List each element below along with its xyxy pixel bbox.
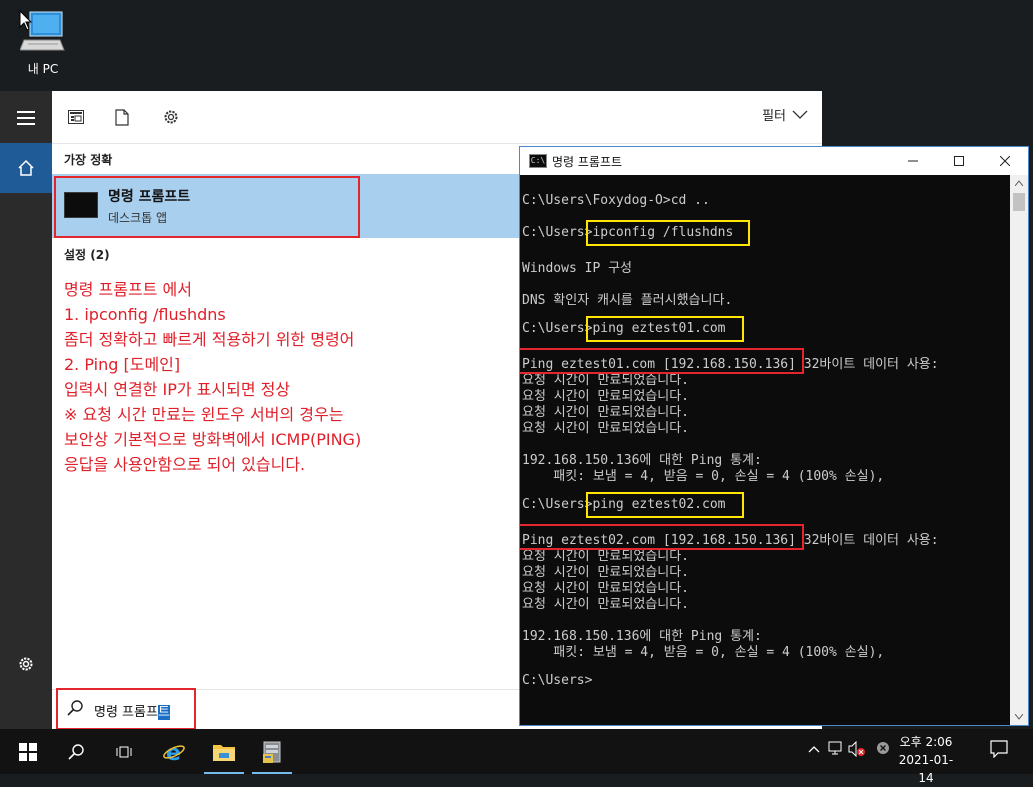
clock-time: 오후 2:06 — [899, 735, 953, 749]
taskbar: e 오후 2:06 2021-01-14 — [0, 729, 1033, 785]
start-menu-rail — [0, 91, 52, 729]
start-button[interactable] — [4, 729, 52, 774]
volume-tray-button[interactable] — [848, 740, 866, 761]
mouse-pointer-icon — [19, 10, 33, 31]
cmd-scrollbar[interactable] — [1010, 175, 1028, 725]
desktop-icon-label: 내 PC — [27, 62, 59, 76]
home-icon — [18, 159, 34, 176]
red-highlight-box — [520, 348, 804, 374]
chevron-up-icon — [808, 746, 820, 753]
close-circle-icon — [877, 742, 889, 754]
maximize-icon — [954, 156, 964, 166]
minimize-icon — [908, 160, 918, 162]
annotation-line: 명령 프롬프트 에서 — [64, 280, 192, 299]
search-toolbar: 필터 — [52, 91, 822, 144]
annotation-line: 2. Ping [도메인] — [64, 355, 181, 374]
scrollbar-thumb[interactable] — [1013, 193, 1025, 211]
notification-icon — [990, 740, 1008, 759]
annotation-line: 좀더 정확하고 빠르게 적용하기 위한 명령어 — [64, 330, 355, 349]
home-button[interactable] — [0, 143, 52, 193]
svg-text:e: e — [166, 741, 181, 764]
annotation-line: 응답을 사용안함으로 되어 있습니다. — [64, 455, 306, 474]
chevron-down-icon — [792, 110, 808, 119]
settings-icon — [19, 657, 33, 671]
red-highlight-box — [520, 524, 804, 550]
console-line: Windows IP 구성 — [522, 261, 633, 276]
yellow-highlight-box — [586, 316, 744, 342]
yellow-highlight-box — [586, 492, 744, 518]
tray-status-icon[interactable] — [876, 741, 890, 759]
console-line: C:\Users> — [522, 673, 593, 688]
annotation-line: ※ 요청 시간 만료는 윈도우 서버의 경우는 — [64, 405, 344, 424]
task-view-button[interactable] — [100, 729, 148, 774]
search-icon — [68, 743, 84, 760]
close-icon — [1000, 156, 1010, 166]
filter-dropdown[interactable]: 필터 — [762, 105, 808, 124]
close-button[interactable] — [982, 147, 1028, 175]
cmd-window-title: 명령 프롬프트 — [552, 155, 623, 169]
task-view-icon — [116, 746, 132, 757]
action-center-button[interactable] — [990, 740, 1008, 762]
console-line: 패킷: 보냄 = 4, 받음 = 0, 손실 = 4 (100% 손실), — [522, 645, 885, 660]
expand-menu-button[interactable] — [0, 93, 52, 143]
network-tray-button[interactable] — [828, 741, 842, 759]
console-line: 요청 시간이 만료되었습니다. — [522, 421, 690, 436]
show-hidden-icons-button[interactable] — [808, 741, 820, 757]
red-highlight-box-search — [56, 688, 196, 730]
filter-settings-button[interactable] — [159, 105, 183, 129]
annotation-line: 1. ipconfig /flushdns — [64, 305, 226, 324]
yellow-highlight-box — [586, 220, 750, 246]
file-explorer-button[interactable] — [200, 729, 248, 774]
document-icon — [115, 108, 129, 126]
minimize-button[interactable] — [890, 147, 936, 175]
filter-apps-button[interactable] — [64, 105, 88, 129]
server-manager-icon — [263, 741, 281, 763]
filter-label: 필터 — [762, 109, 786, 124]
settings-button[interactable] — [0, 639, 52, 689]
cmd-console-output[interactable]: C:\Users\Foxydog-O>cd .. C:\Users>ipconf… — [520, 175, 1010, 725]
annotation-text: 명령 프롬프트 에서 1. ipconfig /flushdns 좀더 정확하고… — [64, 277, 361, 477]
section-best-match: 가장 정확 — [64, 153, 113, 167]
internet-explorer-button[interactable]: e — [150, 729, 198, 774]
volume-muted-icon — [848, 740, 865, 758]
file-explorer-icon — [213, 744, 235, 761]
scroll-down-icon — [1015, 714, 1023, 720]
filter-documents-button[interactable] — [110, 105, 134, 129]
server-manager-button[interactable] — [248, 729, 296, 774]
taskbar-clock[interactable]: 오후 2:06 2021-01-14 — [896, 733, 956, 787]
console-line: DNS 확인자 캐시를 플러시했습니다. — [522, 293, 733, 308]
console-line: 요청 시간이 만료되었습니다. — [522, 597, 690, 612]
annotation-line: 입력시 연결한 IP가 표시되면 정상 — [64, 380, 291, 399]
cmd-window-icon: C:\ — [529, 154, 547, 168]
console-line: 패킷: 보냄 = 4, 받음 = 0, 손실 = 4 (100% 손실), — [522, 469, 885, 484]
network-icon — [828, 741, 842, 755]
ie-icon: e — [163, 741, 185, 764]
annotation-line: 보안상 기본적으로 방화벽에서 ICMP(PING) — [64, 430, 362, 449]
scroll-up-icon — [1015, 180, 1023, 186]
section-settings: 설정 (2) — [64, 248, 110, 262]
taskbar-search-button[interactable] — [52, 729, 100, 774]
hamburger-icon — [17, 111, 35, 125]
app-icon — [68, 110, 84, 124]
settings-icon — [164, 110, 178, 124]
windows-icon — [19, 742, 37, 761]
clock-date: 2021-01-14 — [898, 753, 954, 785]
cmd-titlebar[interactable]: C:\ 명령 프롬프트 — [520, 147, 1028, 175]
command-prompt-window[interactable]: C:\ 명령 프롬프트 C:\Users\Foxydog-O>cd .. C:\… — [519, 146, 1029, 726]
maximize-button[interactable] — [936, 147, 982, 175]
console-line: C:\Users\Foxydog-O>cd .. — [522, 193, 710, 208]
red-highlight-box-result — [54, 176, 360, 238]
